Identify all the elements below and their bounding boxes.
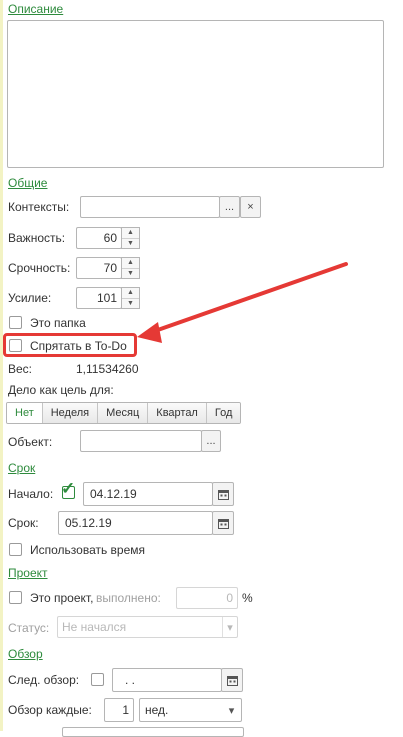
use-time-checkbox[interactable] [9, 543, 22, 556]
chevron-down-icon[interactable]: ▾ [222, 617, 237, 637]
start-date-input[interactable]: 04.12.19 [83, 482, 213, 506]
percent-label: % [242, 591, 253, 605]
next-review-checkbox[interactable] [91, 673, 104, 686]
status-value: Не начался [62, 620, 127, 634]
weight-value: 1,11534260 [76, 362, 139, 376]
goal-option-month[interactable]: Месяц [97, 403, 148, 423]
status-label: Статус: [8, 621, 50, 635]
next-review-date-input[interactable]: . . [112, 668, 222, 692]
section-deadline[interactable]: Срок [8, 461, 35, 475]
deadline-label: Срок: [8, 516, 39, 530]
is-project-label: Это проект, [30, 591, 94, 605]
is-project-checkbox[interactable] [9, 591, 22, 604]
calendar-icon [217, 518, 229, 529]
object-select-button[interactable]: ... [201, 430, 221, 452]
review-every-input[interactable]: 1 [104, 698, 134, 722]
object-label: Объект: [8, 435, 53, 449]
goal-period-selector[interactable]: Нет Неделя Месяц Квартал Год [6, 402, 242, 424]
goal-label: Дело как цель для: [8, 383, 114, 397]
done-label: выполнено: [96, 591, 161, 605]
weight-label: Вес: [8, 362, 33, 376]
next-review-label: След. обзор: [8, 673, 80, 687]
section-review[interactable]: Обзор [8, 647, 43, 661]
check-icon: ✓ [61, 479, 76, 498]
deadline-date-input[interactable]: 05.12.19 [58, 511, 213, 535]
review-unit-value: нед. [145, 703, 169, 717]
calendar-icon [226, 675, 238, 686]
next-review-calendar-button[interactable] [221, 668, 243, 692]
done-input[interactable]: 0 [176, 587, 238, 609]
status-select[interactable]: Не начался [57, 616, 238, 638]
section-project[interactable]: Проект [8, 566, 48, 580]
ellipsis-icon: ... [206, 435, 216, 447]
start-calendar-button[interactable] [212, 482, 234, 506]
object-input[interactable] [80, 430, 202, 452]
calendar-icon [217, 489, 229, 500]
goal-option-none[interactable]: Нет [7, 403, 42, 423]
goal-option-quarter[interactable]: Квартал [147, 403, 206, 423]
goal-option-year[interactable]: Год [205, 403, 241, 423]
deadline-calendar-button[interactable] [212, 511, 234, 535]
start-label: Начало: [8, 487, 54, 501]
review-every-label: Обзор каждые: [8, 703, 92, 717]
next-field-partial[interactable] [62, 727, 244, 737]
goal-option-week[interactable]: Неделя [41, 403, 98, 423]
chevron-down-icon[interactable]: ▾ [223, 699, 240, 721]
use-time-label: Использовать время [30, 543, 146, 557]
